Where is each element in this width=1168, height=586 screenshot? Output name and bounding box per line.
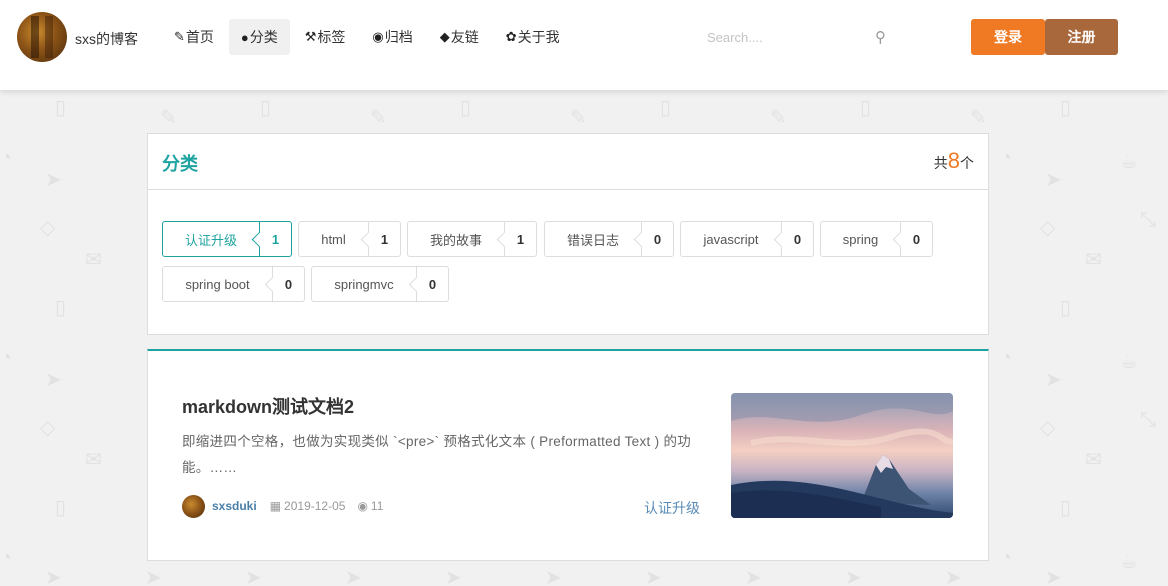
site-name[interactable]: sxs的博客: [75, 29, 138, 49]
nav-archives[interactable]: ◉ 归档: [360, 19, 424, 55]
eye-icon: ◉: [357, 499, 368, 513]
mountain-illustration: [731, 393, 953, 518]
nav-home[interactable]: ✎ 首页: [162, 19, 226, 55]
nav-label: 分类: [249, 29, 278, 45]
category-total: 共8个: [934, 148, 974, 174]
category-label-count: 0: [781, 222, 813, 256]
category-label[interactable]: 认证升级 1: [162, 221, 292, 257]
category-label[interactable]: 我的故事 1: [407, 221, 537, 257]
post-meta: sxsduki ▦ 2019-12-05 ◉ 11: [182, 494, 383, 518]
post-category-link[interactable]: 认证升级: [644, 498, 700, 518]
calendar-icon: ▦: [269, 499, 282, 513]
login-button[interactable]: 登录: [971, 19, 1045, 55]
category-label-count: 1: [259, 222, 291, 256]
category-label[interactable]: spring boot 0: [162, 266, 305, 302]
register-button[interactable]: 注册: [1045, 19, 1118, 55]
pen-icon: ✎: [174, 29, 185, 44]
category-label-count: 1: [368, 222, 400, 256]
category-label-name: spring: [842, 231, 879, 247]
post-thumbnail[interactable]: [731, 393, 953, 518]
post-card: markdown测试文档2 即缩进四个空格，也做为实现类似 `<pre>` 预格…: [147, 349, 989, 561]
wrench-icon: ⚒: [304, 29, 317, 44]
category-panel-header: 分类 共8个: [148, 134, 988, 190]
category-label-count: 0: [272, 267, 304, 301]
nav-label: 首页: [185, 29, 214, 45]
nav-label: 关于我: [517, 29, 560, 45]
nav-about[interactable]: ✿ 关于我: [494, 19, 572, 55]
category-label-name: 认证升级: [184, 232, 237, 248]
category-total-number: 8: [947, 148, 960, 173]
category-label[interactable]: javascript 0: [680, 221, 814, 257]
category-total-suffix: 个: [960, 155, 974, 171]
nav-categories[interactable]: ● 分类: [228, 19, 290, 55]
sprout-icon: ✿: [505, 29, 517, 44]
category-label-name: 我的故事: [429, 232, 482, 248]
category-total-prefix: 共: [933, 155, 948, 171]
main-nav: ✎ 首页 ● 分类 ⚒ 标签 ◉ 归档 ◆ 友链 ✿ 关于我: [162, 19, 575, 55]
category-label[interactable]: 错误日志 0: [544, 221, 674, 257]
category-label-name: spring boot: [185, 276, 250, 292]
category-label-count: 1: [504, 222, 536, 256]
nav-label: 标签: [317, 29, 346, 45]
author-avatar[interactable]: [182, 494, 205, 518]
post-author[interactable]: sxsduki: [212, 499, 257, 513]
category-label-name: 错误日志: [566, 232, 619, 248]
fish-icon: ◆: [439, 29, 450, 44]
nav-tags[interactable]: ⚒ 标签: [293, 19, 358, 55]
category-panel-title: 分类: [162, 154, 198, 174]
nav-label: 友链: [450, 29, 479, 45]
category-label-name: javascript: [703, 231, 759, 247]
site-logo-avatar[interactable]: [17, 12, 67, 62]
category-label[interactable]: spring 0: [820, 221, 933, 257]
rss-icon: ◉: [372, 29, 384, 44]
nav-label: 归档: [384, 29, 413, 45]
post-views: 11: [370, 499, 384, 513]
category-label-name: html: [321, 231, 346, 247]
category-label[interactable]: springmvc 0: [311, 266, 449, 302]
category-label-count: 0: [416, 267, 448, 301]
search-input[interactable]: [700, 20, 890, 54]
post-date: 2019-12-05: [284, 499, 346, 513]
nav-links[interactable]: ◆ 友链: [428, 19, 491, 55]
search-icon[interactable]: ⚲: [875, 28, 886, 46]
category-label-count: 0: [900, 222, 932, 256]
post-title[interactable]: markdown测试文档2: [182, 393, 354, 419]
post-excerpt: 即缩进四个空格，也做为实现类似 `<pre>` 预格式化文本 ( Preform…: [182, 434, 692, 475]
search-box: ⚲: [700, 20, 890, 54]
top-navbar: sxs的博客 ✎ 首页 ● 分类 ⚒ 标签 ◉ 归档 ◆ 友链 ✿ 关于我 ⚲ …: [0, 0, 1168, 90]
category-label-name: springmvc: [334, 276, 394, 292]
category-label[interactable]: html 1: [298, 221, 401, 257]
category-label-count: 0: [641, 222, 673, 256]
bulb-icon: ●: [240, 29, 249, 45]
